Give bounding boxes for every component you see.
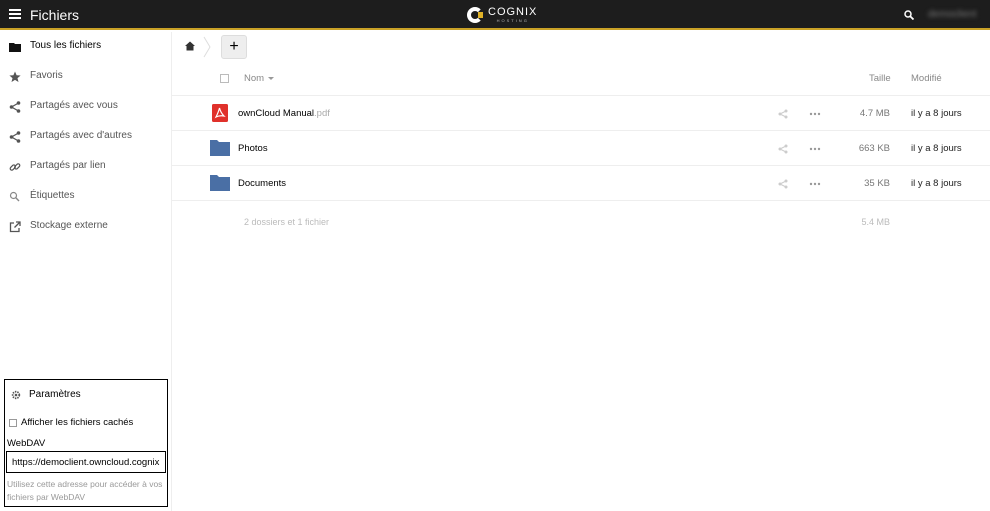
logo-subtext: HOSTING bbox=[496, 18, 529, 23]
sidebar-item-favorites[interactable]: Favoris bbox=[0, 62, 172, 92]
select-all-checkbox[interactable] bbox=[220, 74, 229, 83]
summary-count: 2 dossiers et 1 fichier bbox=[244, 217, 330, 227]
webdav-help-text: Utilisez cette adresse pour accéder à vo… bbox=[7, 479, 163, 502]
column-name-header[interactable]: Nom bbox=[244, 73, 275, 84]
sort-caret-icon bbox=[268, 76, 275, 80]
file-extension: .pdf bbox=[314, 108, 330, 119]
file-name[interactable]: Documents bbox=[238, 178, 286, 189]
link-icon bbox=[9, 163, 21, 171]
webdav-label: WebDAV bbox=[7, 438, 46, 449]
file-basename: Documents bbox=[238, 178, 287, 189]
home-icon[interactable] bbox=[185, 41, 195, 51]
sidebar-item-label: Tous les fichiers bbox=[30, 40, 102, 51]
top-header: Fichiers COGNIX HOSTING democlient bbox=[0, 0, 990, 30]
more-actions-icon[interactable] bbox=[809, 112, 821, 116]
share-icon bbox=[9, 101, 21, 113]
show-hidden-files-checkbox[interactable] bbox=[9, 419, 17, 427]
external-icon bbox=[9, 221, 21, 233]
file-summary: 2 dossiers et 1 fichier 5.4 MB bbox=[172, 201, 990, 241]
file-modified: il y a 8 jours bbox=[911, 108, 962, 119]
file-size: 35 KB bbox=[864, 178, 890, 189]
cognix-logo: COGNIX HOSTING bbox=[467, 4, 537, 26]
folder-icon bbox=[210, 175, 230, 191]
file-name[interactable]: ownCloud Manual.pdf bbox=[238, 108, 330, 119]
user-menu[interactable]: democlient bbox=[928, 9, 976, 20]
column-size-header[interactable]: Taille bbox=[869, 73, 891, 84]
menu-icon[interactable] bbox=[9, 9, 21, 19]
sidebar-item-label: Étiquettes bbox=[30, 190, 75, 201]
more-actions-icon[interactable] bbox=[809, 182, 821, 186]
logo-text: COGNIX bbox=[488, 6, 538, 18]
folder-icon bbox=[9, 43, 21, 52]
summary-size: 5.4 MB bbox=[861, 217, 890, 227]
show-hidden-files-label: Afficher les fichiers cachés bbox=[21, 417, 134, 428]
search-icon[interactable] bbox=[904, 10, 914, 20]
folder-icon bbox=[210, 140, 230, 156]
sidebar-item-label: Favoris bbox=[30, 70, 63, 81]
more-actions-icon[interactable] bbox=[809, 147, 821, 151]
sidebar-item-label: Partagés par lien bbox=[30, 160, 106, 171]
share-icon[interactable] bbox=[778, 179, 788, 189]
star-icon bbox=[9, 71, 21, 82]
sidebar-item-label: Stockage externe bbox=[30, 220, 108, 231]
share-icon bbox=[9, 131, 21, 143]
share-icon[interactable] bbox=[778, 109, 788, 119]
file-row[interactable]: Documents 35 KB il y a 8 jours bbox=[172, 166, 990, 201]
settings-label: Paramètres bbox=[29, 389, 81, 400]
controls-bar: + bbox=[172, 32, 990, 62]
file-row[interactable]: ownCloud Manual.pdf 4.7 MB il y a 8 jour… bbox=[172, 96, 990, 131]
file-size: 4.7 MB bbox=[859, 108, 890, 119]
file-row[interactable]: Photos 663 KB il y a 8 jours bbox=[172, 131, 990, 166]
app-title[interactable]: Fichiers bbox=[30, 7, 79, 23]
sidebar-item-label: Partagés avec vous bbox=[30, 100, 118, 111]
settings-toggle[interactable]: Paramètres bbox=[5, 386, 165, 406]
file-basename: ownCloud Manual bbox=[238, 108, 315, 119]
file-table-header: Nom Taille Modifié bbox=[172, 62, 990, 96]
file-modified: il y a 8 jours bbox=[911, 178, 962, 189]
file-size: 663 KB bbox=[858, 143, 890, 154]
column-name-label: Nom bbox=[244, 73, 265, 84]
pdf-file-icon bbox=[212, 104, 228, 122]
column-modified-header[interactable]: Modifié bbox=[911, 73, 942, 84]
sidebar-item-shared-with-others[interactable]: Partagés avec d'autres bbox=[0, 122, 172, 152]
sidebar-item-tags[interactable]: Étiquettes bbox=[0, 182, 172, 212]
logo-mark-icon bbox=[467, 7, 483, 23]
sidebar-item-all-files[interactable]: Tous les fichiers bbox=[0, 32, 172, 62]
sidebar-item-shared-by-link[interactable]: Partagés par lien bbox=[0, 152, 172, 182]
share-icon[interactable] bbox=[778, 144, 788, 154]
new-file-button[interactable]: + bbox=[221, 35, 247, 59]
sidebar-item-label: Partagés avec d'autres bbox=[30, 130, 132, 141]
file-modified: il y a 8 jours bbox=[911, 143, 962, 154]
sidebar-item-external-storage[interactable]: Stockage externe bbox=[0, 212, 172, 242]
sidebar-item-shared-with-you[interactable]: Partagés avec vous bbox=[0, 92, 172, 122]
webdav-url-field[interactable] bbox=[6, 451, 166, 473]
tag-search-icon bbox=[9, 191, 20, 202]
breadcrumb-separator-icon bbox=[203, 36, 211, 58]
file-basename: Photos bbox=[238, 143, 268, 154]
settings-panel: Paramètres Afficher les fichiers cachés … bbox=[4, 379, 168, 507]
gear-icon bbox=[11, 390, 21, 400]
sidebar: Tous les fichiers Favoris Partagés avec … bbox=[0, 32, 172, 511]
file-name[interactable]: Photos bbox=[238, 143, 268, 154]
